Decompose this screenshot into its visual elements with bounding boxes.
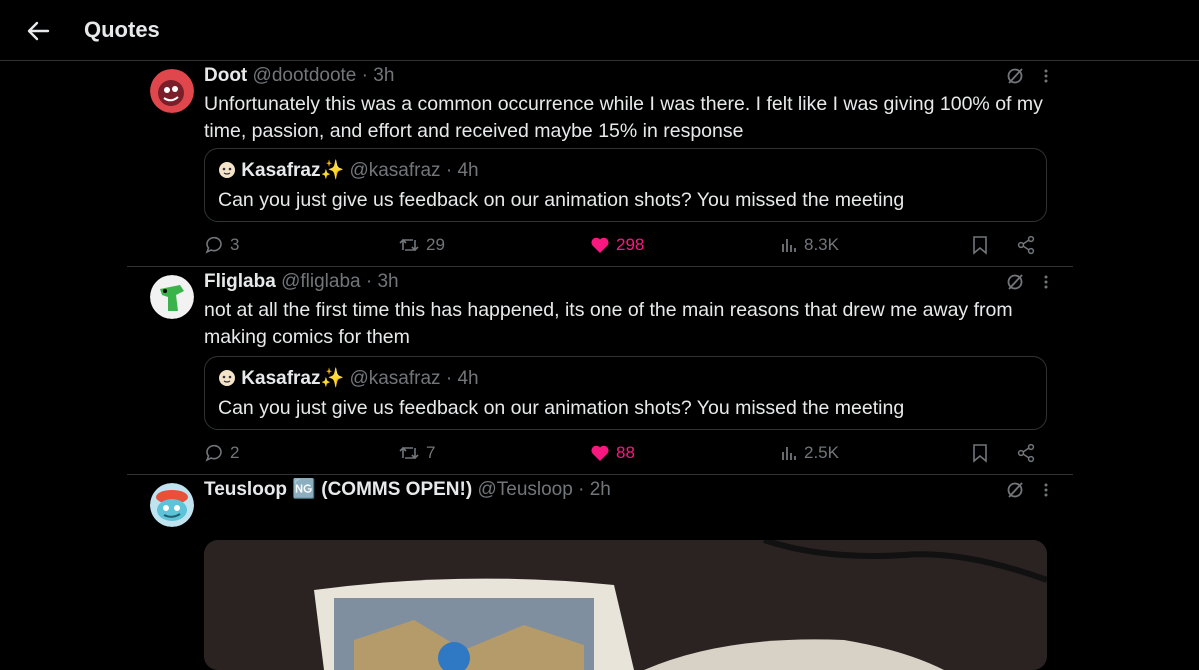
tweet[interactable]: Doot @dootdoote · 3h Unfortunately this …: [127, 61, 1073, 267]
grok-icon[interactable]: [1006, 67, 1024, 90]
grok-icon[interactable]: [1006, 273, 1024, 296]
author-handle[interactable]: @dootdoote: [253, 65, 357, 86]
repost-icon: [399, 446, 419, 460]
quoted-tweet[interactable]: Kasafraz✨ @kasafraz · 4h Can you just gi…: [204, 148, 1047, 222]
view-count: 2.5K: [804, 443, 839, 462]
bookmark-icon: [973, 444, 987, 463]
timestamp[interactable]: 2h: [590, 479, 611, 500]
like-button[interactable]: 88: [590, 443, 635, 463]
author-handle[interactable]: @Teusloop: [477, 479, 572, 500]
tweet-text: not at all the first time this has happe…: [204, 299, 1013, 348]
author-name[interactable]: Teusloop 🆖 (COMMS OPEN!): [204, 479, 472, 500]
page-title: Quotes: [84, 17, 160, 42]
avatar[interactable]: [150, 483, 194, 527]
views-button[interactable]: 8.3K: [780, 235, 839, 255]
tweet-actions: 2 7 88 2.5K: [204, 443, 1047, 467]
grok-icon[interactable]: [1006, 481, 1024, 504]
bookmark-icon: [973, 236, 987, 255]
separator: ·: [445, 368, 453, 389]
reply-button[interactable]: 3: [204, 235, 239, 255]
tweet-actions: 3 29 298 8.3K: [204, 235, 1047, 259]
reply-icon: [205, 236, 222, 254]
repost-icon: [399, 238, 419, 252]
more-options-icon[interactable]: [1044, 275, 1048, 294]
tweet[interactable]: Teusloop 🆖 (COMMS OPEN!) @Teusloop · 2h: [127, 475, 1073, 670]
separator: ·: [578, 479, 585, 500]
reply-button[interactable]: 2: [204, 443, 239, 463]
timestamp[interactable]: 3h: [373, 65, 394, 86]
more-options-icon[interactable]: [1044, 69, 1048, 88]
bookmark-button[interactable]: [972, 443, 988, 463]
separator: ·: [361, 65, 368, 86]
repost-count: 7: [426, 443, 436, 462]
view-count: 8.3K: [804, 235, 839, 254]
avatar[interactable]: [150, 69, 194, 113]
quote-text: Can you just give us feedback on our ani…: [218, 189, 905, 211]
like-count: 298: [616, 235, 645, 254]
quote-author-handle: @kasafraz: [349, 368, 441, 389]
quote-avatar-icon: [218, 160, 241, 181]
author-name[interactable]: Doot: [204, 65, 247, 86]
tweet-text: Unfortunately this was a common occurren…: [204, 93, 1043, 142]
analytics-icon: [782, 447, 796, 460]
views-button[interactable]: 2.5K: [780, 443, 839, 463]
separator: ·: [365, 271, 373, 292]
quote-author-name: Kasafraz✨: [241, 368, 345, 389]
quotes-feed: Doot @dootdoote · 3h Unfortunately this …: [127, 61, 1073, 670]
reply-count: 3: [230, 235, 240, 254]
like-button[interactable]: 298: [590, 235, 644, 255]
back-button[interactable]: [24, 18, 52, 44]
author-name[interactable]: Fliglaba: [204, 271, 276, 292]
quote-timestamp: 4h: [457, 368, 479, 389]
tweet[interactable]: Fliglaba @fliglaba · 3h not at all the f…: [127, 267, 1073, 475]
author-handle[interactable]: @fliglaba: [281, 271, 361, 292]
bookmark-button[interactable]: [972, 235, 988, 255]
share-button[interactable]: [1016, 235, 1036, 255]
share-icon: [1017, 443, 1035, 463]
quote-author-handle: @kasafraz: [349, 160, 441, 181]
quote-author-name: Kasafraz✨: [241, 160, 345, 181]
avatar[interactable]: [150, 275, 194, 319]
quote-text: Can you just give us feedback on our ani…: [218, 397, 905, 419]
quote-avatar-icon: [218, 368, 241, 389]
separator: ·: [445, 160, 453, 181]
analytics-icon: [782, 239, 796, 252]
quoted-tweet[interactable]: Kasafraz✨ @kasafraz · 4h Can you just gi…: [204, 356, 1047, 430]
arrow-left-icon: [27, 21, 50, 41]
heart-icon: [591, 237, 609, 253]
more-options-icon[interactable]: [1044, 483, 1048, 502]
quote-timestamp: 4h: [457, 160, 479, 181]
heart-icon: [591, 445, 609, 461]
repost-count: 29: [426, 235, 445, 254]
share-button[interactable]: [1016, 443, 1036, 463]
reply-icon: [205, 444, 222, 462]
tweet-image[interactable]: [204, 540, 1047, 670]
repost-button[interactable]: 7: [398, 443, 435, 463]
repost-button[interactable]: 29: [398, 235, 445, 255]
like-count: 88: [616, 443, 635, 462]
top-header: Quotes: [0, 0, 1199, 61]
reply-count: 2: [230, 443, 240, 462]
share-icon: [1017, 235, 1035, 255]
timestamp[interactable]: 3h: [377, 271, 398, 292]
